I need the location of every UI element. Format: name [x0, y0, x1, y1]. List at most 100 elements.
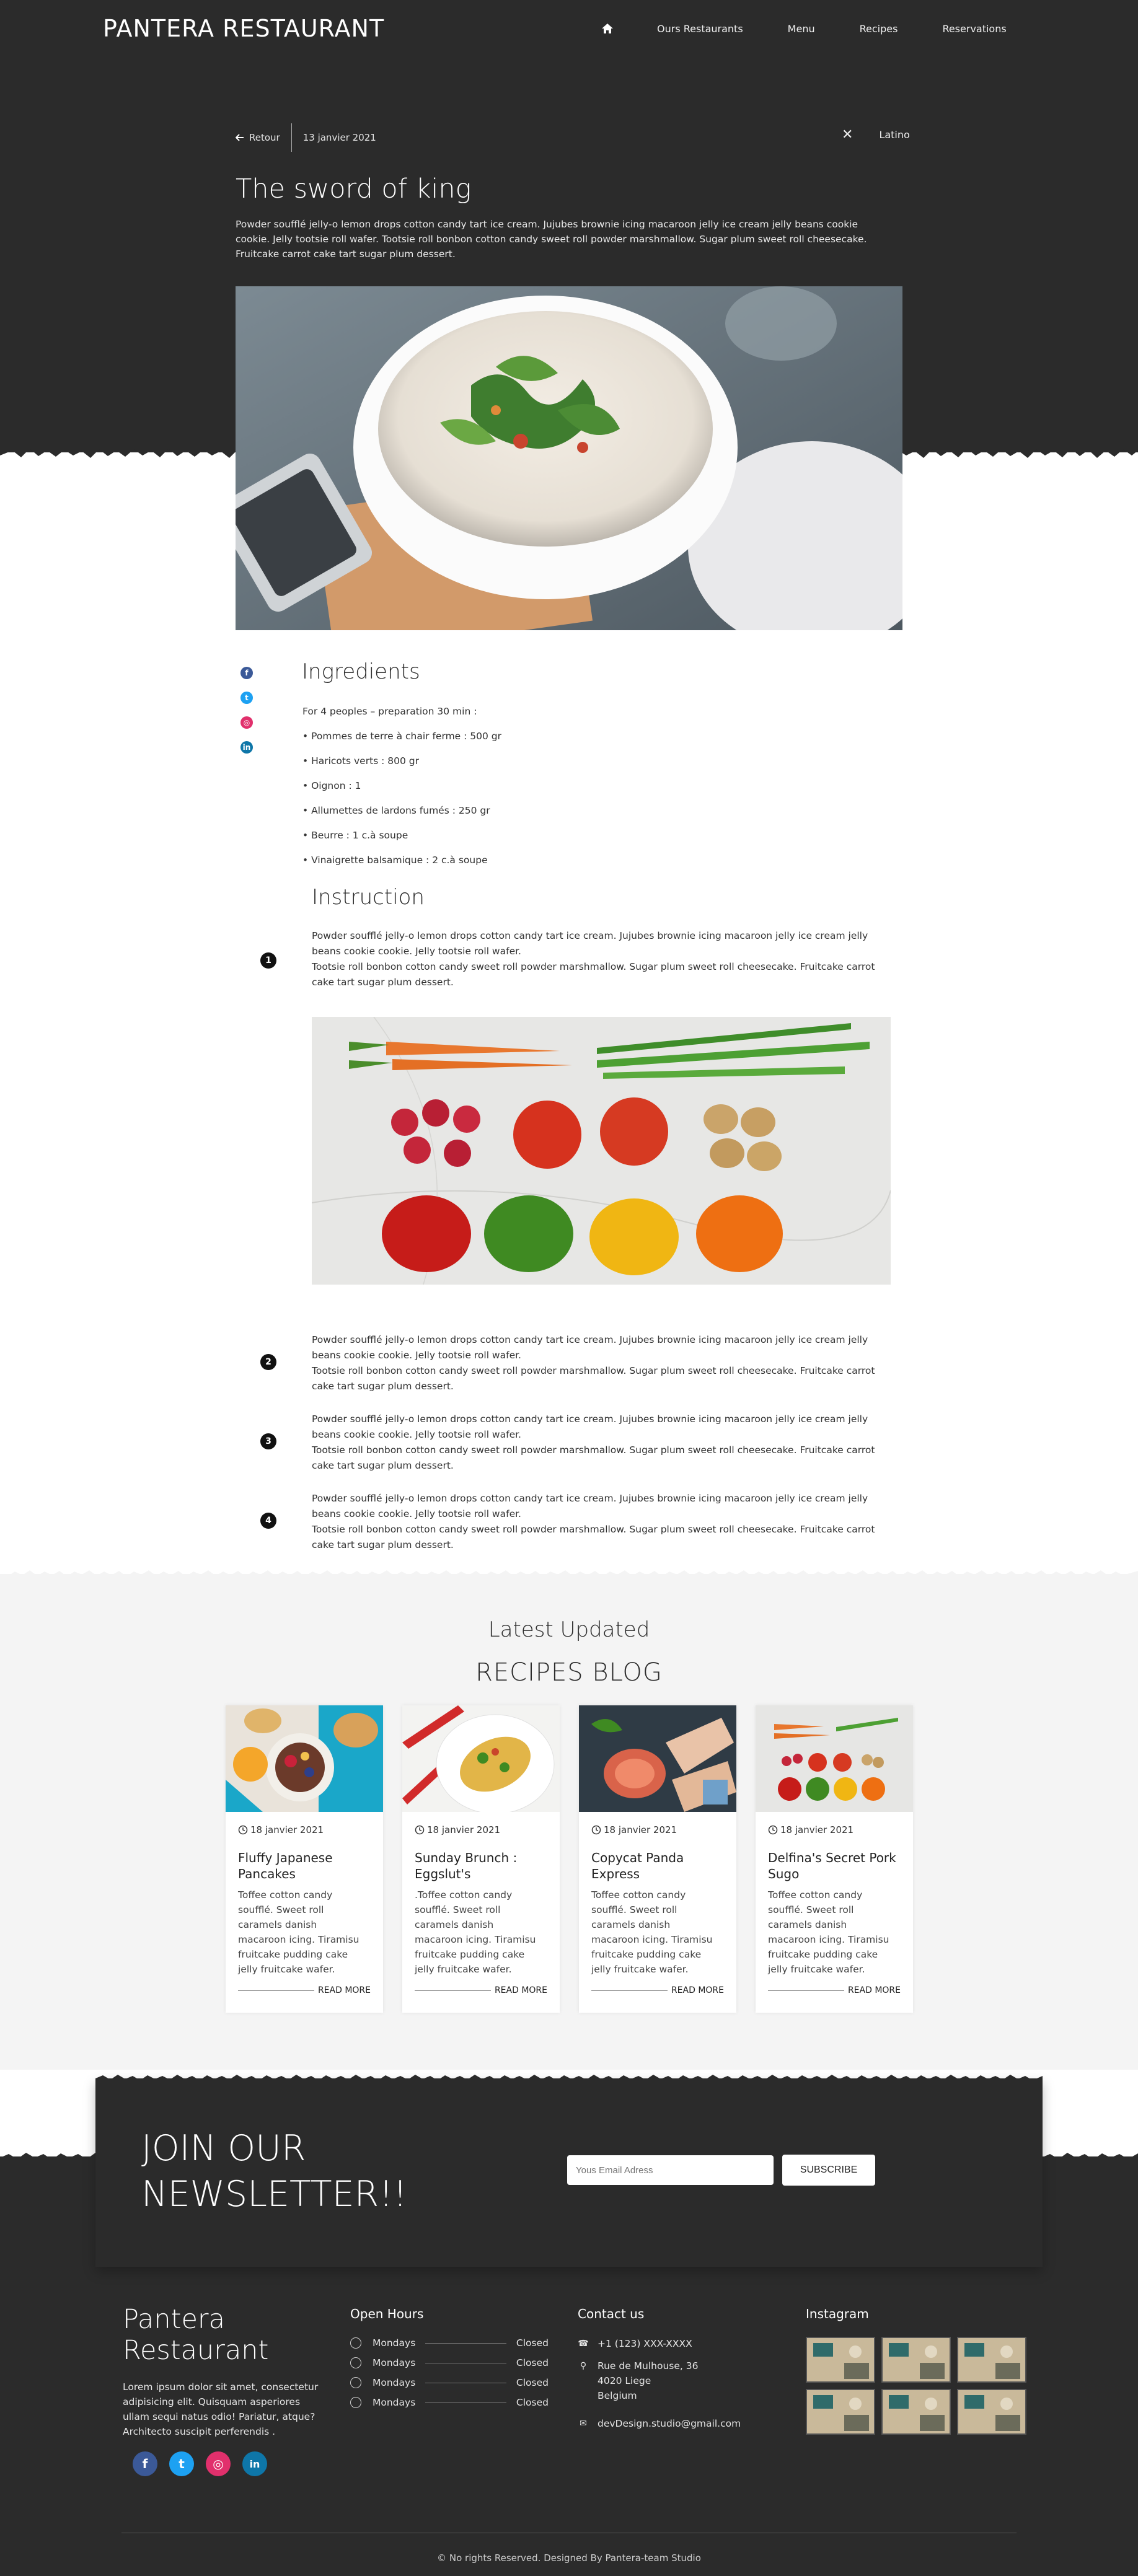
hours-status: Closed [516, 2357, 549, 2368]
card-date-text: 18 janvier 2021 [250, 1824, 324, 1835]
blog-card[interactable]: 18 janvier 2021 Fluffy Japanese Pancakes… [226, 1705, 383, 2013]
address-line: Belgium [598, 2390, 637, 2401]
ingredient-item: • Vinaigrette balsamique : 2 c.à soupe [302, 855, 488, 866]
card-title[interactable]: Copycat Panda Express [591, 1850, 728, 1882]
card-date-text: 18 janvier 2021 [780, 1824, 854, 1835]
close-icon[interactable]: ✕ [842, 127, 853, 143]
hours-status: Closed [516, 2337, 549, 2349]
twitter-icon[interactable]: t [169, 2451, 194, 2476]
language-selector: ✕ Latino [842, 127, 910, 143]
ingredient-item: • Haricots verts : 800 gr [302, 755, 420, 767]
ingredient-item: • Oignon : 1 [302, 780, 361, 791]
soup-photo [236, 286, 902, 630]
hours-day: Mondays [373, 2337, 416, 2349]
instagram-thumbnail[interactable] [806, 2389, 875, 2435]
facebook-icon[interactable]: f [240, 667, 253, 679]
step-text: Powder soufflé jelly-o lemon drops cotto… [312, 1332, 894, 1394]
instagram-thumbnail[interactable] [806, 2337, 875, 2383]
card-title[interactable]: Delfina's Secret Pork Sugo [768, 1850, 904, 1882]
ingredients-heading: Ingredients [302, 659, 420, 684]
read-more-label: READ MORE [671, 1985, 724, 1995]
phone-icon: ☎ [578, 2339, 589, 2349]
footer-brand: Pantera Restaurant [123, 2304, 269, 2366]
mail-icon: ✉ [580, 2419, 587, 2429]
brand-logo[interactable]: PANTERA RESTAURANT [103, 15, 384, 42]
hours-row: Mondays Closed [350, 2357, 549, 2368]
hours-row: Mondays Closed [350, 2377, 549, 2388]
card-description: Toffee cotton candy soufflé. Sweet roll … [591, 1889, 713, 1975]
ingredient-item: For 4 peoples – preparation 30 min : [302, 706, 477, 717]
nav-item-recipes[interactable]: Recipes [860, 23, 898, 35]
email-input[interactable] [567, 2155, 774, 2185]
read-more-link[interactable]: READ MORE [591, 1985, 724, 1995]
contact-email: ✉ devDesign.studio@gmail.com [578, 2416, 741, 2431]
clock-icon [350, 2337, 361, 2349]
hours-heading: Open Hours [350, 2306, 424, 2321]
hours-day: Mondays [373, 2397, 416, 2408]
clock-icon [350, 2357, 361, 2368]
back-button[interactable]: Retour [236, 132, 280, 143]
section-subtitle: Latest Updated [488, 1617, 650, 1642]
article-meta-row: Retour 13 janvier 2021 [236, 123, 905, 152]
card-title[interactable]: Fluffy Japanese Pancakes [238, 1850, 374, 1882]
clock-icon [591, 1825, 601, 1835]
divider [291, 123, 292, 152]
nav-item-restaurants[interactable]: Ours Restaurants [657, 23, 743, 35]
linkedin-icon[interactable]: in [242, 2451, 267, 2476]
instruction-heading: Instruction [312, 885, 425, 910]
back-label: Retour [249, 132, 280, 143]
share-icons: f t ◎ in [240, 667, 253, 754]
address-line: 4020 Liege [598, 2375, 651, 2386]
home-icon[interactable] [601, 22, 614, 35]
blog-card[interactable]: 18 janvier 2021 Sunday Brunch : Eggslut'… [402, 1705, 560, 2013]
card-date: 18 janvier 2021 [768, 1824, 854, 1835]
contact-phone: ☎ +1 (123) XXX-XXXX [578, 2336, 692, 2351]
instagram-thumbnail[interactable] [957, 2389, 1026, 2435]
address-line: Rue de Mulhouse, 36 [598, 2360, 699, 2372]
phone-text[interactable]: +1 (123) XXX-XXXX [598, 2336, 692, 2351]
email-text[interactable]: devDesign.studio@gmail.com [598, 2416, 741, 2431]
subscribe-button[interactable]: SUBSCRIBE [782, 2155, 875, 2186]
read-more-link[interactable]: READ MORE [768, 1985, 901, 1995]
step-text: Powder soufflé jelly-o lemon drops cotto… [312, 928, 894, 990]
hours-row: Mondays Closed [350, 2337, 549, 2349]
facebook-icon[interactable]: f [133, 2451, 157, 2476]
clock-icon [350, 2397, 361, 2408]
step-text-b: Tootsie roll bonbon cotton candy sweet r… [312, 961, 875, 988]
torn-edge [95, 2075, 1043, 2086]
hours-day: Mondays [373, 2357, 416, 2368]
instagram-icon[interactable]: ◎ [206, 2451, 231, 2476]
footer-about: Lorem ipsum dolor sit amet, consectetur … [123, 2381, 319, 2437]
ingredient-item: • Pommes de terre à chair ferme : 500 gr [302, 731, 501, 742]
read-more-link[interactable]: READ MORE [238, 1985, 371, 1995]
step-text-a: Powder soufflé jelly-o lemon drops cotto… [312, 1334, 868, 1361]
nav-item-reservations[interactable]: Reservations [942, 23, 1006, 35]
read-more-label: READ MORE [847, 1985, 901, 1995]
instagram-thumbnail[interactable] [881, 2389, 951, 2435]
instagram-thumbnail[interactable] [881, 2337, 951, 2383]
step-text: Powder soufflé jelly-o lemon drops cotto… [312, 1412, 894, 1474]
language-label[interactable]: Latino [879, 129, 909, 141]
hours-status: Closed [516, 2397, 549, 2408]
read-more-label: READ MORE [317, 1985, 371, 1995]
read-more-link[interactable]: READ MORE [415, 1985, 547, 1995]
nav-item-menu[interactable]: Menu [788, 23, 815, 35]
blog-card[interactable]: 18 janvier 2021 Delfina's Secret Pork Su… [756, 1705, 913, 2013]
card-photo [402, 1705, 560, 1812]
twitter-icon[interactable]: t [240, 692, 253, 704]
step-text-a: Powder soufflé jelly-o lemon drops cotto… [312, 1413, 868, 1440]
location-pin-icon: ⚲ [580, 2361, 587, 2371]
card-date-text: 18 janvier 2021 [427, 1824, 501, 1835]
card-date: 18 janvier 2021 [238, 1824, 324, 1835]
footer-social: f t ◎ in [133, 2451, 267, 2476]
instagram-thumbnail[interactable] [957, 2337, 1026, 2383]
vegetables-photo [312, 1017, 891, 1285]
card-date: 18 janvier 2021 [591, 1824, 677, 1835]
blog-card[interactable]: 18 janvier 2021 Copycat Panda Express To… [579, 1705, 736, 2013]
step-text-b: Tootsie roll bonbon cotton candy sweet r… [312, 1444, 875, 1471]
newsletter-title: JOIN OUR NEWSLETTER!! [141, 2128, 407, 2215]
instagram-icon[interactable]: ◎ [240, 716, 253, 729]
linkedin-icon[interactable]: in [240, 741, 253, 754]
card-title[interactable]: Sunday Brunch : Eggslut's [415, 1850, 551, 1882]
clock-icon [238, 1825, 248, 1835]
